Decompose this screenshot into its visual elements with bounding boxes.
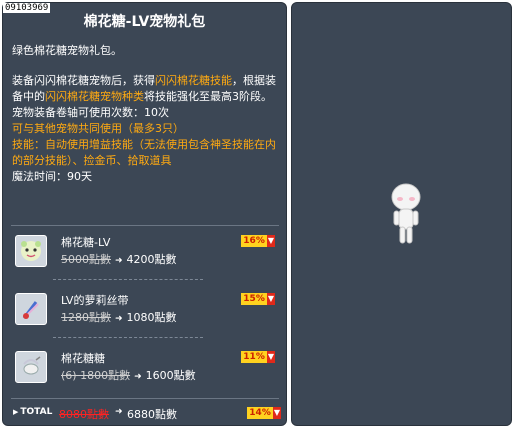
description-paragraph: 装备闪闪棉花糖宠物后，获得闪闪棉花糖技能，根据装备中的闪闪棉花糖宠物种类将技能强… [12, 73, 282, 105]
divider [11, 398, 279, 399]
discount-percent: 16% [241, 235, 267, 247]
dashed-separator [53, 279, 203, 281]
character-preview-panel [291, 2, 512, 426]
discount-badge: 16% ▼ [241, 235, 275, 247]
magic-time: 魔法时间：90天 [12, 170, 92, 183]
character-preview-icon [391, 183, 421, 244]
triangle-right-icon: ▶ [13, 408, 19, 416]
arrow-right-icon: ➜ [115, 407, 123, 417]
package-item[interactable]: 棉花糖-LV 5000點數 ➜ 4200點數 16% ▼ [11, 231, 281, 275]
skill-highlight: 闪闪棉花糖技能 [155, 74, 232, 87]
package-item-name: 棉花糖-LV [61, 236, 111, 249]
total-discount-badge: 14% ▼ [247, 407, 281, 419]
discount-percent: 14% [247, 407, 273, 419]
description-text: 装备闪闪棉花糖宠物后，获得 [12, 74, 155, 87]
down-arrow-icon: ▼ [266, 235, 275, 247]
arrow-right-icon: ➜ [115, 314, 123, 324]
ribbon-icon [15, 293, 47, 325]
description-line: 绿色棉花糖宠物礼包。 [12, 44, 122, 57]
package-item[interactable]: LV的萝莉丝带 1280點數 ➜ 1080點數 15% ▼ [11, 289, 281, 333]
package-item[interactable]: 棉花糖糖 (6) 1800點數 ➜ 1600點數 11% ▼ [11, 347, 281, 391]
total-sale-price: 6880點數 [127, 408, 177, 421]
package-item-price: 1280點數 ➜ 1080點數 [61, 309, 177, 325]
down-arrow-icon: ▼ [266, 293, 275, 305]
discount-percent: 11% [241, 351, 267, 363]
package-item-price: 5000點數 ➜ 4200點數 [61, 251, 177, 267]
cotton-candy-pet-icon [15, 235, 47, 267]
item-description: 绿色棉花糖宠物礼包。 装备闪闪棉花糖宠物后，获得闪闪棉花糖技能，根据装备中的闪闪… [12, 43, 282, 185]
original-price: 5000點數 [61, 253, 111, 266]
sale-price: 1600點數 [145, 369, 196, 382]
package-item-name: 棉花糖糖 [61, 352, 105, 365]
item-title: 棉花糖-LV宠物礼包 [83, 14, 206, 30]
type-highlight: 闪闪棉花糖宠物种类 [45, 90, 144, 103]
candy-icon [15, 351, 47, 383]
total-row: ▶ TOTAL 8080點數 ➜ 6880點數 14% ▼ [7, 405, 283, 423]
sale-price: 4200點數 [126, 253, 177, 266]
total-label-text: TOTAL [20, 407, 53, 417]
discount-badge: 11% ▼ [241, 351, 275, 363]
original-price: 1280點數 [61, 311, 111, 324]
arrow-right-icon: ➜ [115, 256, 123, 266]
description-text: 将技能强化至最高3阶段。 [144, 90, 272, 103]
down-arrow-icon: ▼ [272, 407, 281, 419]
discount-percent: 15% [241, 293, 267, 305]
divider [11, 225, 279, 226]
arrow-right-icon: ➜ [134, 372, 142, 382]
total-label: ▶ TOTAL [13, 407, 52, 417]
scroll-uses: 宠物装备卷轴可使用次数：10次 [12, 106, 169, 119]
dashed-separator [53, 337, 203, 339]
share-note: 可与其他宠物共同使用（最多3只） [12, 122, 184, 135]
total-original-price: 8080點數 [59, 408, 109, 421]
skill-description: 技能：自动使用增益技能（无法使用包含神圣技能在内的部分技能）、捡金币、拾取道具 [12, 138, 276, 167]
sale-price: 1080點數 [126, 311, 177, 324]
discount-badge: 15% ▼ [241, 293, 275, 305]
original-price: (6) 1800點數 [61, 369, 131, 382]
package-item-price: (6) 1800點數 ➜ 1600點數 [61, 367, 196, 383]
down-arrow-icon: ▼ [266, 351, 275, 363]
item-tooltip-panel: 09103969 棉花糖-LV宠物礼包 绿色棉花糖宠物礼包。 装备闪闪棉花糖宠物… [2, 2, 287, 426]
package-item-name: LV的萝莉丝带 [61, 294, 129, 307]
